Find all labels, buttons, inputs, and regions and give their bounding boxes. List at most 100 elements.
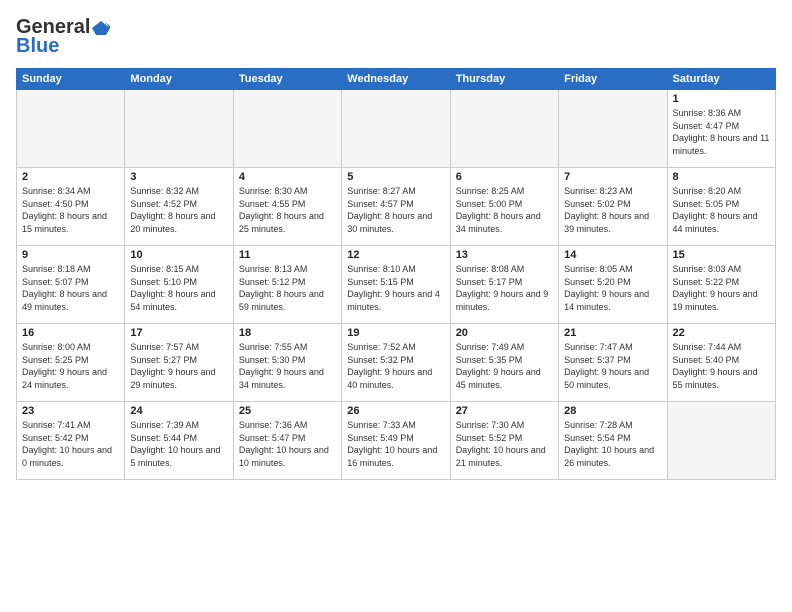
calendar-cell: 6 Sunrise: 8:25 AM Sunset: 5:00 PM Daylig… bbox=[450, 168, 558, 246]
calendar-cell bbox=[17, 90, 125, 168]
calendar-cell: 2 Sunrise: 8:34 AM Sunset: 4:50 PM Daylig… bbox=[17, 168, 125, 246]
day-number: 8 bbox=[673, 171, 770, 183]
calendar-cell: 10 Sunrise: 8:15 AM Sunset: 5:10 PM Dayli… bbox=[125, 246, 233, 324]
day-info: Sunrise: 8:20 AM Sunset: 5:05 PM Dayligh… bbox=[673, 185, 770, 235]
day-number: 21 bbox=[564, 327, 661, 339]
day-info: Sunrise: 8:08 AM Sunset: 5:17 PM Dayligh… bbox=[456, 263, 553, 313]
day-number: 16 bbox=[22, 327, 119, 339]
day-number: 6 bbox=[456, 171, 553, 183]
day-number: 22 bbox=[673, 327, 770, 339]
calendar-cell bbox=[450, 90, 558, 168]
day-number: 2 bbox=[22, 171, 119, 183]
calendar-cell: 16Sunrise: 8:00 AM Sunset: 5:25 PM Dayli… bbox=[17, 324, 125, 402]
day-number: 25 bbox=[239, 405, 336, 417]
calendar-cell: 19Sunrise: 7:52 AM Sunset: 5:32 PM Dayli… bbox=[342, 324, 450, 402]
day-info: Sunrise: 8:15 AM Sunset: 5:10 PM Dayligh… bbox=[130, 263, 227, 313]
calendar-cell: 5 Sunrise: 8:27 AM Sunset: 4:57 PM Daylig… bbox=[342, 168, 450, 246]
day-info: Sunrise: 8:32 AM Sunset: 4:52 PM Dayligh… bbox=[130, 185, 227, 235]
calendar-week-row: 16Sunrise: 8:00 AM Sunset: 5:25 PM Dayli… bbox=[17, 324, 776, 402]
calendar-cell: 17 Sunrise: 7:57 AM Sunset: 5:27 PM Dayli… bbox=[125, 324, 233, 402]
day-info: Sunrise: 7:52 AM Sunset: 5:32 PM Dayligh… bbox=[347, 341, 444, 391]
page: General Blue SundayMondayTuesdayWednesda… bbox=[0, 0, 792, 612]
day-info: Sunrise: 7:55 AM Sunset: 5:30 PM Dayligh… bbox=[239, 341, 336, 391]
day-info: Sunrise: 8:18 AM Sunset: 5:07 PM Dayligh… bbox=[22, 263, 119, 313]
day-number: 11 bbox=[239, 249, 336, 261]
day-info: Sunrise: 7:30 AM Sunset: 5:52 PM Dayligh… bbox=[456, 419, 553, 469]
calendar-cell: 28 Sunrise: 7:28 AM Sunset: 5:54 PM Dayli… bbox=[559, 402, 667, 480]
day-number: 13 bbox=[456, 249, 553, 261]
calendar: SundayMondayTuesdayWednesdayThursdayFrid… bbox=[16, 68, 776, 480]
logo: General Blue bbox=[16, 16, 110, 58]
calendar-cell bbox=[559, 90, 667, 168]
day-number: 18 bbox=[239, 327, 336, 339]
calendar-weekday: Monday bbox=[125, 69, 233, 90]
calendar-cell: 15 Sunrise: 8:03 AM Sunset: 5:22 PM Dayli… bbox=[667, 246, 775, 324]
calendar-cell bbox=[233, 90, 341, 168]
day-info: Sunrise: 8:27 AM Sunset: 4:57 PM Dayligh… bbox=[347, 185, 444, 235]
day-number: 3 bbox=[130, 171, 227, 183]
calendar-weekday: Tuesday bbox=[233, 69, 341, 90]
calendar-cell: 11 Sunrise: 8:13 AM Sunset: 5:12 PM Dayli… bbox=[233, 246, 341, 324]
day-number: 15 bbox=[673, 249, 770, 261]
calendar-cell bbox=[125, 90, 233, 168]
day-number: 27 bbox=[456, 405, 553, 417]
calendar-cell: 27 Sunrise: 7:30 AM Sunset: 5:52 PM Dayli… bbox=[450, 402, 558, 480]
day-info: Sunrise: 7:57 AM Sunset: 5:27 PM Dayligh… bbox=[130, 341, 227, 391]
day-number: 20 bbox=[456, 327, 553, 339]
day-info: Sunrise: 7:44 AM Sunset: 5:40 PM Dayligh… bbox=[673, 341, 770, 391]
day-number: 4 bbox=[239, 171, 336, 183]
calendar-weekday: Sunday bbox=[17, 69, 125, 90]
calendar-cell: 9 Sunrise: 8:18 AM Sunset: 5:07 PM Daylig… bbox=[17, 246, 125, 324]
day-info: Sunrise: 8:34 AM Sunset: 4:50 PM Dayligh… bbox=[22, 185, 119, 235]
day-info: Sunrise: 8:03 AM Sunset: 5:22 PM Dayligh… bbox=[673, 263, 770, 313]
day-info: Sunrise: 7:39 AM Sunset: 5:44 PM Dayligh… bbox=[130, 419, 227, 469]
day-info: Sunrise: 8:23 AM Sunset: 5:02 PM Dayligh… bbox=[564, 185, 661, 235]
header: General Blue bbox=[16, 16, 776, 58]
day-info: Sunrise: 8:10 AM Sunset: 5:15 PM Dayligh… bbox=[347, 263, 444, 313]
day-number: 1 bbox=[673, 93, 770, 105]
calendar-cell: 1Sunrise: 8:36 AM Sunset: 4:47 PM Daylig… bbox=[667, 90, 775, 168]
calendar-cell: 20 Sunrise: 7:49 AM Sunset: 5:35 PM Dayli… bbox=[450, 324, 558, 402]
calendar-week-row: 23 Sunrise: 7:41 AM Sunset: 5:42 PM Dayli… bbox=[17, 402, 776, 480]
day-info: Sunrise: 7:28 AM Sunset: 5:54 PM Dayligh… bbox=[564, 419, 661, 469]
day-number: 5 bbox=[347, 171, 444, 183]
calendar-cell: 12 Sunrise: 8:10 AM Sunset: 5:15 PM Dayli… bbox=[342, 246, 450, 324]
day-info: Sunrise: 8:13 AM Sunset: 5:12 PM Dayligh… bbox=[239, 263, 336, 313]
calendar-weekday: Thursday bbox=[450, 69, 558, 90]
calendar-cell: 26Sunrise: 7:33 AM Sunset: 5:49 PM Dayli… bbox=[342, 402, 450, 480]
calendar-cell: 4 Sunrise: 8:30 AM Sunset: 4:55 PM Daylig… bbox=[233, 168, 341, 246]
logo-icon bbox=[92, 19, 110, 37]
calendar-cell: 21 Sunrise: 7:47 AM Sunset: 5:37 PM Dayli… bbox=[559, 324, 667, 402]
day-number: 9 bbox=[22, 249, 119, 261]
calendar-cell: 18 Sunrise: 7:55 AM Sunset: 5:30 PM Dayli… bbox=[233, 324, 341, 402]
day-info: Sunrise: 7:47 AM Sunset: 5:37 PM Dayligh… bbox=[564, 341, 661, 391]
calendar-cell: 13 Sunrise: 8:08 AM Sunset: 5:17 PM Dayli… bbox=[450, 246, 558, 324]
day-info: Sunrise: 8:30 AM Sunset: 4:55 PM Dayligh… bbox=[239, 185, 336, 235]
calendar-cell: 24 Sunrise: 7:39 AM Sunset: 5:44 PM Dayli… bbox=[125, 402, 233, 480]
day-info: Sunrise: 7:49 AM Sunset: 5:35 PM Dayligh… bbox=[456, 341, 553, 391]
calendar-weekday: Friday bbox=[559, 69, 667, 90]
calendar-cell: 25 Sunrise: 7:36 AM Sunset: 5:47 PM Dayli… bbox=[233, 402, 341, 480]
day-info: Sunrise: 8:05 AM Sunset: 5:20 PM Dayligh… bbox=[564, 263, 661, 313]
calendar-cell: 23 Sunrise: 7:41 AM Sunset: 5:42 PM Dayli… bbox=[17, 402, 125, 480]
day-number: 28 bbox=[564, 405, 661, 417]
calendar-cell bbox=[342, 90, 450, 168]
day-number: 26 bbox=[347, 405, 444, 417]
day-info: Sunrise: 7:41 AM Sunset: 5:42 PM Dayligh… bbox=[22, 419, 119, 469]
calendar-cell bbox=[667, 402, 775, 480]
calendar-weekday: Saturday bbox=[667, 69, 775, 90]
day-number: 7 bbox=[564, 171, 661, 183]
day-number: 23 bbox=[22, 405, 119, 417]
calendar-cell: 8 Sunrise: 8:20 AM Sunset: 5:05 PM Daylig… bbox=[667, 168, 775, 246]
day-info: Sunrise: 8:25 AM Sunset: 5:00 PM Dayligh… bbox=[456, 185, 553, 235]
day-number: 12 bbox=[347, 249, 444, 261]
logo-blue-text: Blue bbox=[16, 35, 59, 58]
day-number: 17 bbox=[130, 327, 227, 339]
calendar-cell: 14Sunrise: 8:05 AM Sunset: 5:20 PM Dayli… bbox=[559, 246, 667, 324]
day-number: 24 bbox=[130, 405, 227, 417]
calendar-cell: 3 Sunrise: 8:32 AM Sunset: 4:52 PM Daylig… bbox=[125, 168, 233, 246]
calendar-week-row: 1Sunrise: 8:36 AM Sunset: 4:47 PM Daylig… bbox=[17, 90, 776, 168]
day-number: 10 bbox=[130, 249, 227, 261]
calendar-cell: 7 Sunrise: 8:23 AM Sunset: 5:02 PM Daylig… bbox=[559, 168, 667, 246]
day-info: Sunrise: 7:36 AM Sunset: 5:47 PM Dayligh… bbox=[239, 419, 336, 469]
